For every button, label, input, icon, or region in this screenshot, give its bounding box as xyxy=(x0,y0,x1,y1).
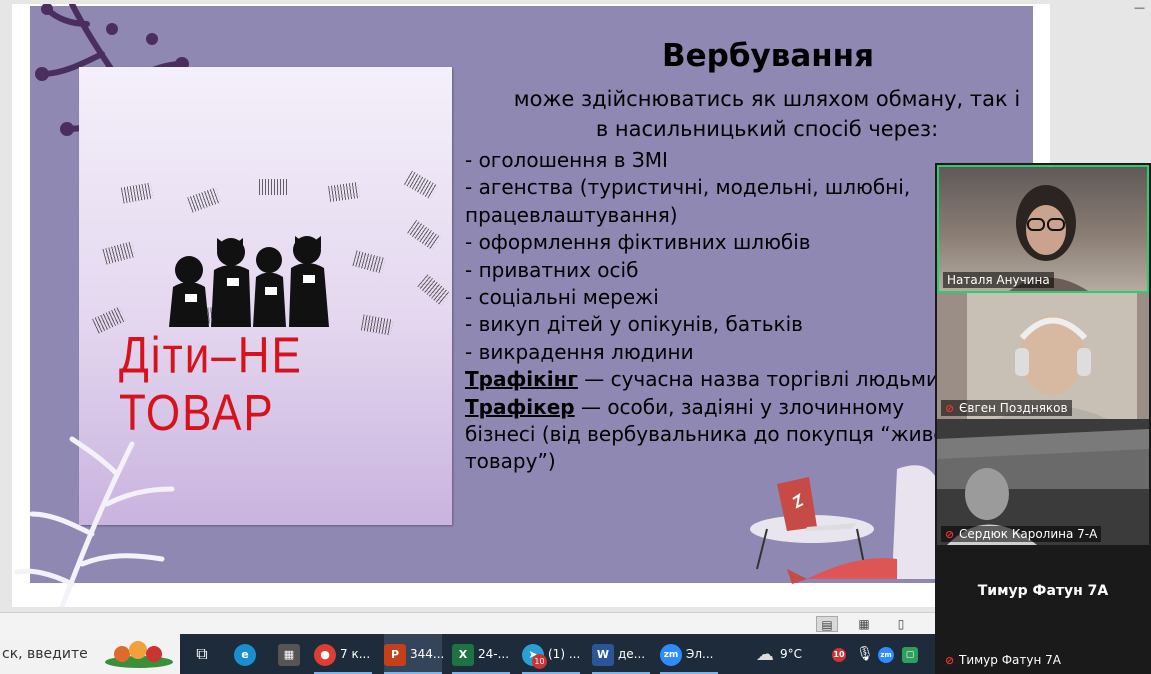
slide-sorter-icon[interactable]: ▦ xyxy=(853,616,875,632)
taskbar-app-label: де... xyxy=(618,647,646,661)
white-branch-decoration-icon xyxy=(14,436,175,607)
list-item: - викуп дітей у опікунів, батьків xyxy=(465,312,803,337)
muted-mic-icon: ⊘ xyxy=(945,654,955,667)
tray-badge: 10 xyxy=(832,647,846,662)
powerpoint-icon: P xyxy=(384,643,406,666)
video-tile[interactable]: Тимур Фатун 7А ⊘ Тимур Фатун 7А xyxy=(937,545,1149,671)
taskbar-app-chrome[interactable]: ● 7 к... xyxy=(314,634,372,674)
reading-view-icon[interactable]: ▯ xyxy=(890,616,912,632)
taskbar-app-powerpoint[interactable]: P 344... xyxy=(384,634,445,674)
windows-taskbar: ск, введите ⧉ e ▦ ● 7 к... P 344... X 24-..… xyxy=(0,634,940,674)
taskbar-app-zoom[interactable]: zm Эл... xyxy=(660,634,718,674)
participant-name: ⊘ Тимур Фатун 7А xyxy=(941,652,1065,668)
term-trafficking-def: — сучасна назва торгівлі людьми. xyxy=(577,367,946,392)
list-item: - приватних осіб xyxy=(465,257,639,282)
taskbar-app-label: Эл... xyxy=(686,647,714,661)
muted-mic-icon: ⊘ xyxy=(945,402,955,415)
participant-name: ⊘ Сердюк Каролина 7-А xyxy=(941,526,1102,542)
weather-widget[interactable]: ☁ 9°C xyxy=(754,634,802,674)
taskbar-app-telegram[interactable]: ➤ (1) ... 10 xyxy=(522,634,580,674)
taskbar-app-excel[interactable]: X 24-... xyxy=(452,634,510,674)
powerpoint-status-bar: ▤ ▦ ▯ xyxy=(0,612,940,634)
participant-name-text: Сердюк Каролина 7-А xyxy=(959,527,1098,541)
children-silhouette-icon xyxy=(169,236,329,327)
search-highlight-icon xyxy=(105,641,173,668)
slide-canvas: Діти–НЕ ТОВАР Вербування може здійснюват… xyxy=(12,4,1050,607)
edge-icon[interactable]: e xyxy=(234,634,260,674)
list-item: - викрадення людини xyxy=(465,339,694,364)
word-icon: W xyxy=(592,643,614,666)
term-trafficker-def: — особи, задіяні у злочинному xyxy=(574,394,905,419)
slide-title: Вербування xyxy=(662,38,874,74)
definition-trafficking: Трафікінг — сучасна назва торгівлі людьм… xyxy=(465,366,965,393)
slide-subtitle: може здійснюватись як шляхом обману, так… xyxy=(482,84,1050,144)
microphone-icon[interactable]: 🎙 xyxy=(856,634,874,674)
taskbar-app-label: 7 к... xyxy=(340,647,371,661)
list-item: працевлаштування) xyxy=(465,202,678,227)
participant-name: Наталя Анучина xyxy=(943,272,1054,288)
slide-subtitle-line1: може здійснюватись як шляхом обману, так… xyxy=(513,87,1021,111)
tray-zoom-icon[interactable]: zm xyxy=(878,634,898,674)
slide-bullet-list: - оголошення в ЗМІ - агенства (туристичн… xyxy=(465,147,969,476)
taskbar-app-word[interactable]: Wде... xyxy=(592,634,650,674)
participant-name: ⊘ Євген Поздняков xyxy=(941,400,1072,416)
list-item: - агенства (туристичні, модельні, шлюбні… xyxy=(465,174,965,201)
cloud-sun-icon: ☁ xyxy=(756,643,774,665)
term-trafficker: Трафікер xyxy=(465,394,575,419)
list-item: - оголошення в ЗМІ xyxy=(465,148,668,172)
minimize-button[interactable]: — xyxy=(1134,1,1145,14)
normal-view-icon[interactable]: ▤ xyxy=(816,616,838,632)
calculator-icon[interactable]: ▦ xyxy=(278,634,304,674)
zoom-icon: zm xyxy=(660,643,682,666)
taskbar-app-label: 24-... xyxy=(478,647,510,661)
participant-name-center: Тимур Фатун 7А xyxy=(977,583,1109,599)
taskbar-app-label: 344... xyxy=(410,647,445,661)
definition-trafficker: Трафікер — особи, задіяні у злочинному xyxy=(465,394,965,421)
muted-mic-icon: ⊘ xyxy=(945,528,955,541)
list-item-text: - агенства (туристичні, модельні, шлюбні… xyxy=(465,175,911,200)
excel-icon: X xyxy=(452,643,474,666)
definition-continuation: товару”) xyxy=(465,449,556,474)
list-item: - соціальні мережі xyxy=(465,284,659,309)
video-tile[interactable]: ⊘ Євген Поздняков xyxy=(937,293,1149,419)
participant-name-text: Євген Поздняков xyxy=(959,401,1068,415)
slide-subtitle-line2: в насильницький спосіб через: xyxy=(595,117,939,141)
video-tile[interactable]: ⊘ Сердюк Каролина 7-А xyxy=(937,419,1149,545)
screen: — Діти–НЕ ТОВАР Вербування може здійснюв… xyxy=(0,0,1151,674)
taskbar-app-label: (1) ... xyxy=(548,647,581,661)
tray-app-icon[interactable]: 10 xyxy=(832,634,848,674)
participant-name-text: Тимур Фатун 7А xyxy=(959,653,1061,667)
definition-continuation: бізнесі (від вербувальника до покупця “ж… xyxy=(465,421,969,446)
notification-badge: 10 xyxy=(532,654,547,669)
list-item: - оформлення фіктивних шлюбів xyxy=(465,230,811,255)
chrome-icon: ● xyxy=(314,643,336,666)
task-view-icon[interactable]: ⧉ xyxy=(190,634,214,674)
tray-green-icon[interactable]: ▢ xyxy=(902,634,922,674)
term-trafficking: Трафікінг xyxy=(465,367,578,392)
weather-temp: 9°C xyxy=(780,647,803,661)
video-tile[interactable]: Наталя Анучина xyxy=(937,165,1149,293)
zoom-participants-panel: Наталя Анучина ⊘ Євген Поздняков ⊘ Сердюк … xyxy=(935,163,1151,674)
